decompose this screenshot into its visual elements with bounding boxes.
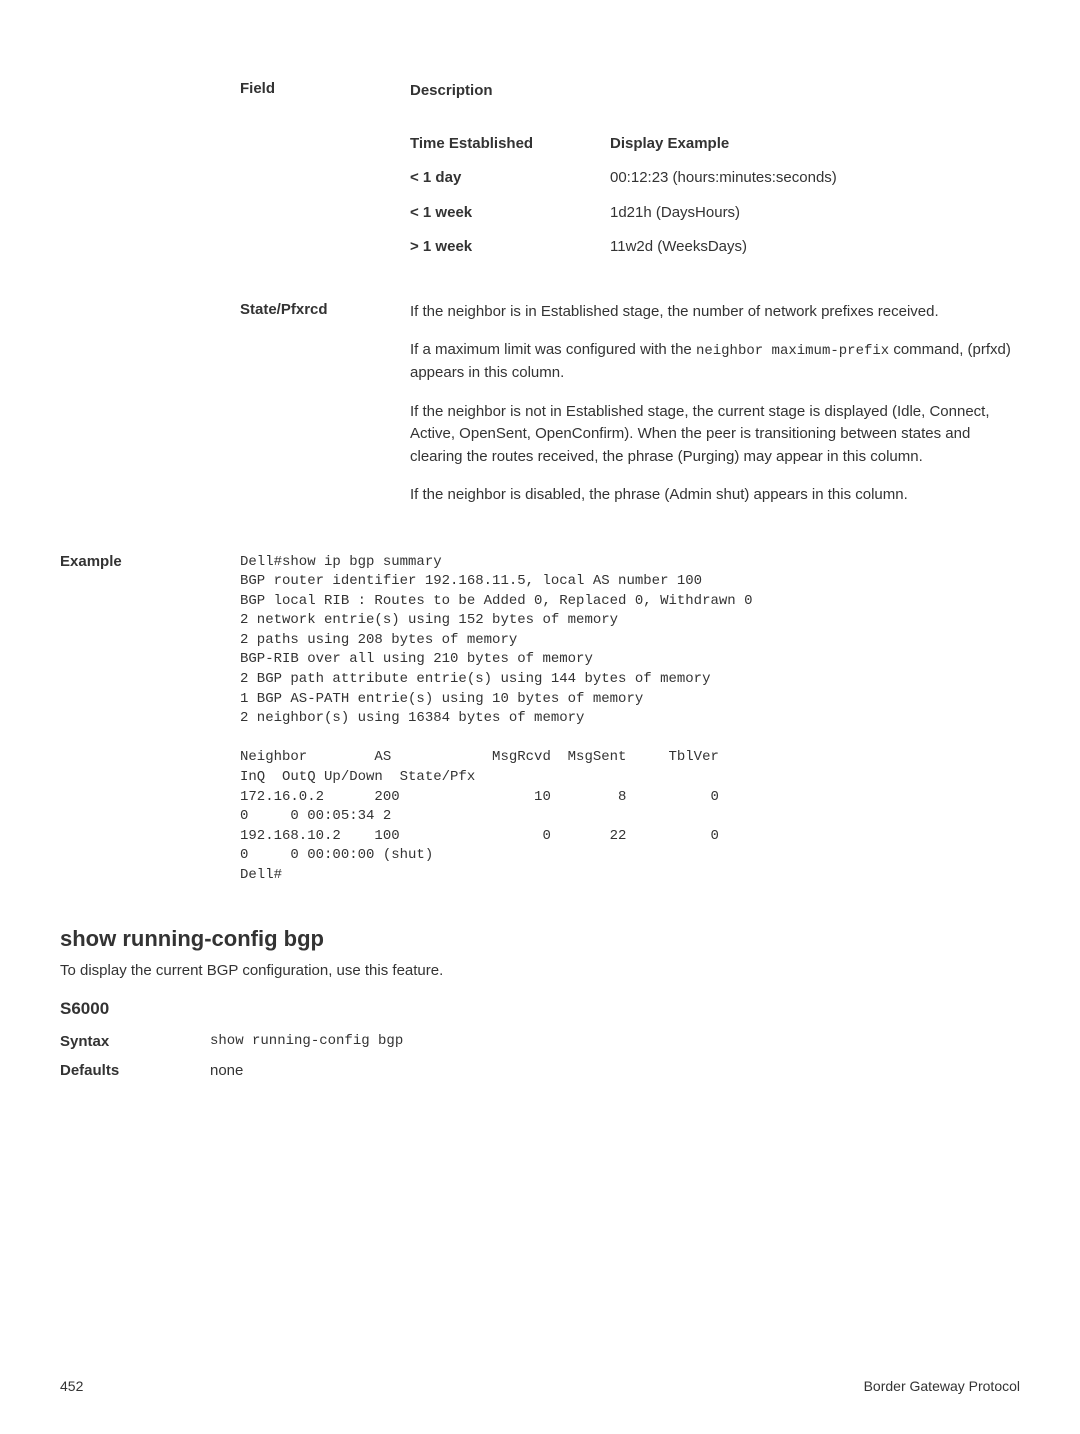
inner-header-display: Display Example bbox=[610, 133, 1020, 156]
example-block: Example Dell#show ip bgp summary BGP rou… bbox=[60, 553, 1020, 886]
subheading-s6000: S6000 bbox=[60, 999, 1020, 1019]
example-label: Example bbox=[60, 553, 240, 886]
display-gt-1-week: 11w2d (WeeksDays) bbox=[610, 236, 1020, 259]
syntax-row: Syntax show running-config bgp bbox=[60, 1033, 1020, 1050]
field-row-state-pfxrcd: State/Pfxrcd If the neighbor is in Estab… bbox=[240, 301, 1020, 523]
time-gt-1-week: > 1 week bbox=[410, 236, 610, 259]
defaults-row: Defaults none bbox=[60, 1062, 1020, 1079]
section-description: To display the current BGP configuration… bbox=[60, 962, 1020, 979]
state-p2: If a maximum limit was configured with t… bbox=[410, 339, 1020, 385]
defaults-label: Defaults bbox=[60, 1062, 210, 1079]
syntax-value: show running-config bgp bbox=[210, 1033, 403, 1050]
state-p1: If the neighbor is in Established stage,… bbox=[410, 301, 1020, 324]
state-p3: If the neighbor is not in Established st… bbox=[410, 401, 1020, 469]
field-description-table: Field Description Time Established Displ… bbox=[240, 80, 1020, 523]
header-field: Field bbox=[240, 80, 410, 103]
time-lt-1-week: < 1 week bbox=[410, 202, 610, 225]
display-lt-1-week: 1d21h (DaysHours) bbox=[610, 202, 1020, 225]
example-output: Dell#show ip bgp summary BGP router iden… bbox=[240, 553, 1020, 886]
display-lt-1-day: 00:12:23 (hours:minutes:seconds) bbox=[610, 167, 1020, 190]
field-row-time-established: Time Established Display Example < 1 day… bbox=[240, 133, 1020, 271]
state-p4: If the neighbor is disabled, the phrase … bbox=[410, 484, 1020, 507]
page-footer: 452 Border Gateway Protocol bbox=[60, 1378, 1020, 1394]
footer-title: Border Gateway Protocol bbox=[864, 1378, 1020, 1394]
section-heading: show running-config bgp bbox=[60, 926, 1020, 952]
inner-header-time: Time Established bbox=[410, 133, 610, 156]
header-description: Description bbox=[410, 80, 1020, 103]
syntax-label: Syntax bbox=[60, 1033, 210, 1050]
defaults-value: none bbox=[210, 1062, 243, 1079]
page-number: 452 bbox=[60, 1378, 83, 1394]
time-lt-1-day: < 1 day bbox=[410, 167, 610, 190]
label-state-pfxrcd: State/Pfxrcd bbox=[240, 301, 410, 523]
